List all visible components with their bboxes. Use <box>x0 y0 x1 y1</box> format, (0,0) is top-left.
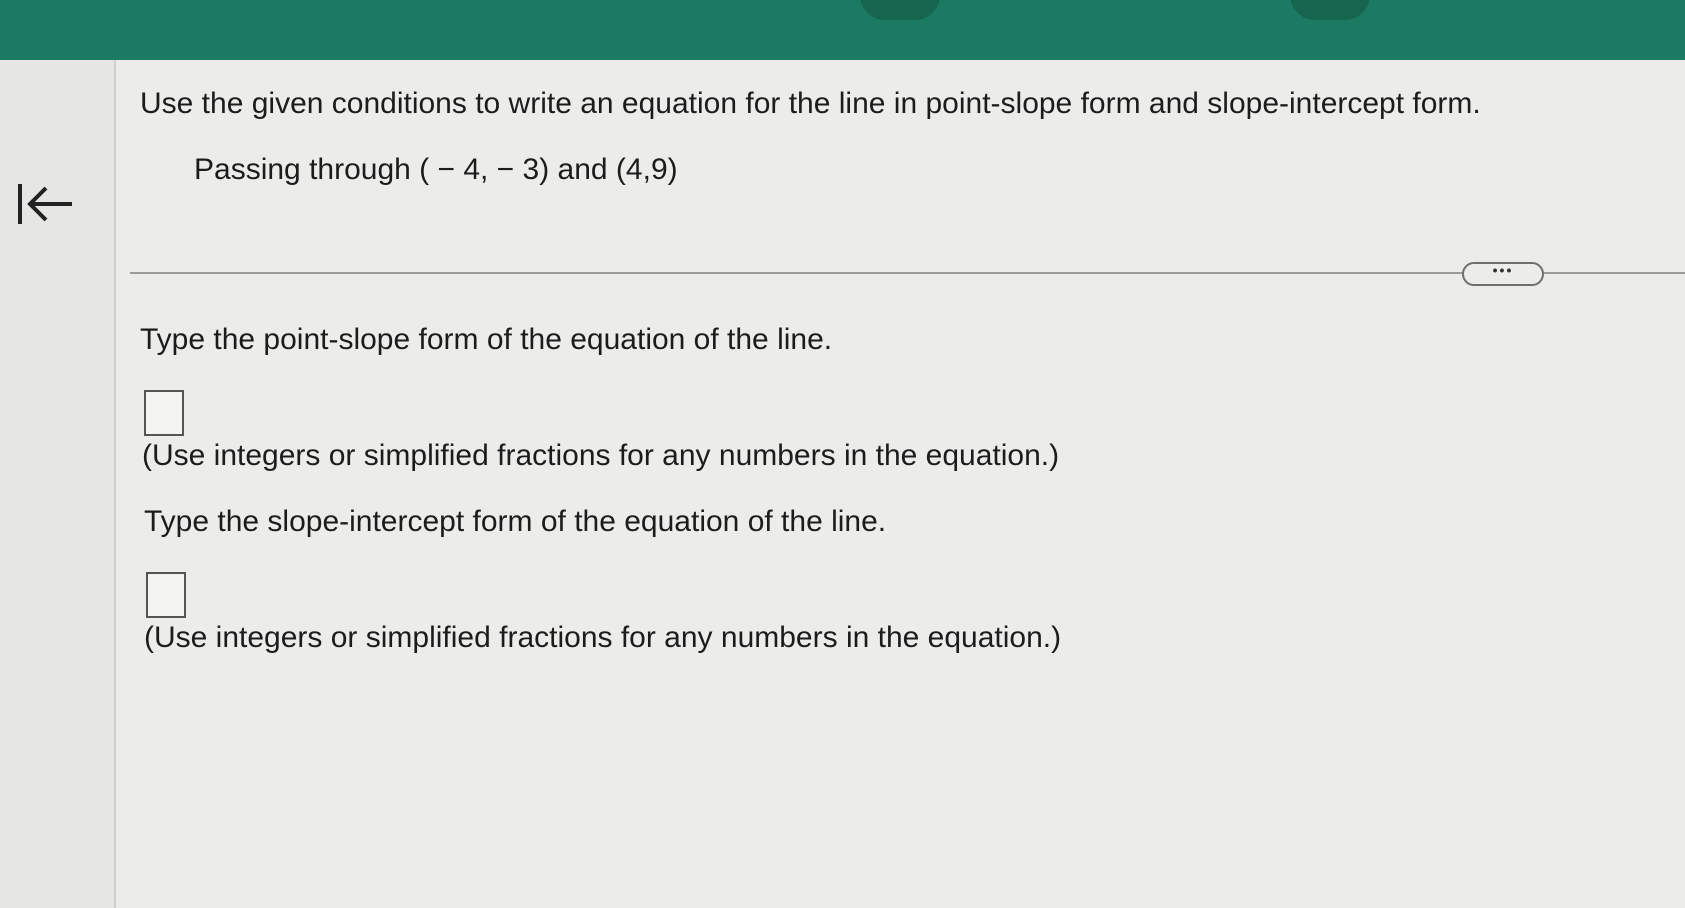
question-panel: Use the given conditions to write an equ… <box>116 60 1685 908</box>
point-slope-answer-input[interactable] <box>144 390 184 436</box>
section-divider <box>130 272 1685 274</box>
more-options-button[interactable]: ••• <box>1462 262 1544 286</box>
back-to-first-button[interactable] <box>14 178 78 230</box>
left-sidebar <box>0 60 116 908</box>
slope-intercept-prompt: Type the slope-intercept form of the equ… <box>144 505 887 538</box>
header-button[interactable] <box>1290 0 1370 20</box>
question-instruction: Use the given conditions to write an equ… <box>140 87 1481 120</box>
first-page-arrow-icon <box>18 184 72 224</box>
point-slope-hint: (Use integers or simplified fractions fo… <box>142 439 1060 472</box>
slope-intercept-hint: (Use integers or simplified fractions fo… <box>144 621 1062 654</box>
question-condition: Passing through ( − 4, − 3) and (4,9) <box>194 153 678 186</box>
header-button[interactable] <box>860 0 940 20</box>
top-header-bar <box>0 0 1685 60</box>
slope-intercept-answer-input[interactable] <box>146 572 186 618</box>
point-slope-prompt: Type the point-slope form of the equatio… <box>140 323 833 356</box>
